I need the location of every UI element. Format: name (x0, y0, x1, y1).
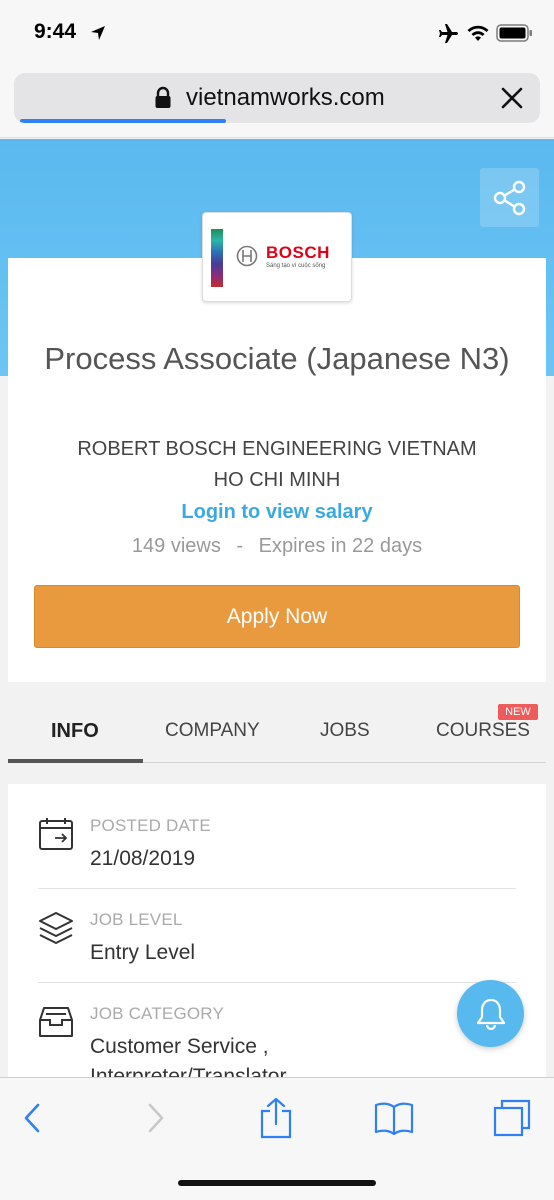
chevron-right-icon (148, 1103, 164, 1133)
info-divider (38, 888, 516, 889)
tab-courses[interactable]: COURSES (436, 720, 530, 742)
wifi-icon (467, 25, 489, 41)
info-divider (38, 982, 516, 983)
bosch-armature-icon (236, 245, 258, 267)
job-level-label: JOB LEVEL (90, 910, 183, 929)
status-time: 9:44 (34, 20, 77, 43)
job-category-line-1: Customer Service , (90, 1035, 269, 1058)
share-page-button[interactable] (256, 1097, 296, 1139)
view-count: 149 views (131, 535, 221, 557)
address-bar[interactable]: vietnamworks.com (14, 73, 540, 123)
posted-date-value: 21/08/2019 (90, 847, 196, 870)
meta-separator: - (236, 535, 244, 557)
calendar-icon (39, 818, 73, 850)
battery-icon (496, 24, 532, 42)
chevron-left-icon (24, 1103, 40, 1133)
tab-jobs[interactable]: JOBS (320, 720, 370, 742)
bell-icon (476, 998, 505, 1030)
browser-address-area: vietnamworks.com (0, 64, 554, 138)
share-icon (493, 180, 525, 215)
login-to-view-salary-link[interactable]: Login to view salary (8, 501, 546, 524)
logo-wordmark: BOSCH (266, 243, 330, 262)
job-level-value: Entry Level (90, 941, 196, 964)
posted-date-label: POSTED DATE (90, 816, 211, 835)
logo-color-bar (211, 229, 223, 287)
logo-tagline: Sáng tạo vì cuộc sống (266, 263, 326, 269)
close-icon[interactable] (500, 86, 524, 110)
status-bar: 9:44 (0, 0, 554, 64)
home-indicator (178, 1180, 376, 1186)
lock-icon (155, 86, 171, 108)
tab-company[interactable]: COMPANY (165, 720, 260, 742)
tabs-icon (493, 1099, 531, 1137)
inbox-icon (39, 1007, 73, 1037)
company-logo[interactable]: BOSCH Sáng tạo vì cuộc sống (202, 212, 352, 302)
location-arrow-icon (91, 26, 105, 40)
apply-now-button[interactable]: Apply Now (34, 585, 520, 648)
active-tab-indicator (8, 759, 143, 763)
forward-button[interactable] (136, 1098, 176, 1138)
tabs-button[interactable] (492, 1098, 532, 1138)
job-location: HO CHI MINH (213, 469, 341, 491)
airplane-mode-icon (439, 24, 458, 43)
tab-info[interactable]: INFO (51, 720, 99, 743)
tab-bar: INFO COMPANY JOBS COURSES (8, 700, 546, 764)
layers-icon (39, 912, 73, 944)
url-text: vietnamworks.com (186, 84, 385, 111)
page-load-progress (20, 119, 226, 123)
job-title: Process Associate (Japanese N3) (44, 341, 510, 376)
job-info-panel: POSTED DATE 21/08/2019 JOB LEVEL Entry L… (8, 784, 546, 1088)
share-sheet-icon (260, 1097, 292, 1139)
expiry-text: Expires in 22 days (258, 535, 423, 557)
book-icon (374, 1102, 414, 1135)
back-button[interactable] (12, 1098, 52, 1138)
bookmarks-button[interactable] (374, 1098, 414, 1138)
company-name[interactable]: ROBERT BOSCH ENGINEERING VIETNAM (8, 438, 546, 461)
share-button[interactable] (480, 168, 539, 227)
job-meta: 149 views - Expires in 22 days (8, 535, 546, 558)
job-category-label: JOB CATEGORY (90, 1004, 225, 1023)
job-alert-button[interactable] (457, 980, 524, 1047)
new-badge: NEW (498, 704, 538, 720)
